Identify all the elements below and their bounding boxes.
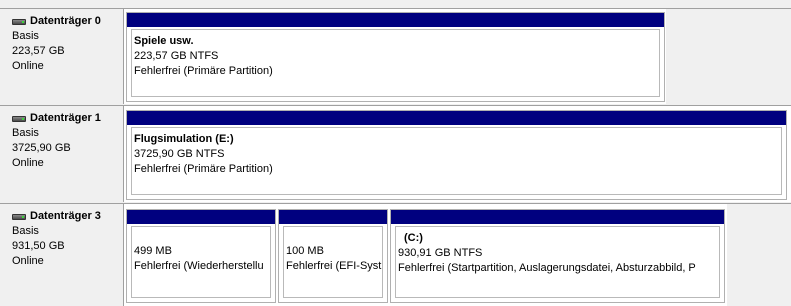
partition-size: 930,91 GB NTFS xyxy=(398,247,483,259)
partition-bar xyxy=(279,210,387,224)
disk-info-0[interactable]: Datenträger 0 Basis 223,57 GB Online xyxy=(0,9,124,104)
disk-info-3[interactable]: Datenträger 3 Basis 931,50 GB Online xyxy=(0,204,124,306)
disk-size: 3725,90 GB xyxy=(12,142,71,154)
disk-status: Online xyxy=(12,60,44,72)
partition-name: (C:) xyxy=(404,232,423,244)
disk-status: Online xyxy=(12,255,44,267)
partition-spiele[interactable]: Spiele usw. 223,57 GB NTFS Fehlerfrei (P… xyxy=(126,12,665,102)
disk-status: Online xyxy=(12,157,44,169)
partition-size: 3725,90 GB NTFS xyxy=(134,148,225,160)
partition-name: Spiele usw. xyxy=(134,35,194,47)
partition-bar xyxy=(127,13,664,27)
partition-size: 499 MB xyxy=(134,245,172,257)
partition-flugsimulation[interactable]: Flugsimulation (E:) 3725,90 GB NTFS Fehl… xyxy=(126,110,787,200)
partition-bar xyxy=(127,210,275,224)
disk-name: Datenträger 1 xyxy=(30,112,101,124)
partition-state: Fehlerfrei (Startpartition, Auslagerungs… xyxy=(398,262,696,274)
partition-bar xyxy=(391,210,724,224)
partition-recovery[interactable]: 499 MB Fehlerfrei (Wiederherstellu xyxy=(126,209,276,303)
disk-info-1[interactable]: Datenträger 1 Basis 3725,90 GB Online xyxy=(0,106,124,202)
partition-state: Fehlerfrei (Primäre Partition) xyxy=(134,163,273,175)
partition-name: Flugsimulation (E:) xyxy=(134,133,234,145)
partition-size: 223,57 GB NTFS xyxy=(134,50,219,62)
partition-efi[interactable]: 100 MB Fehlerfrei (EFI-Syst xyxy=(278,209,388,303)
partition-c[interactable]: (C:) 930,91 GB NTFS Fehlerfrei (Startpar… xyxy=(390,209,725,303)
partition-state: Fehlerfrei (Wiederherstellu xyxy=(134,260,264,272)
disk-size: 931,50 GB xyxy=(12,240,65,252)
hard-disk-icon xyxy=(12,115,26,122)
disk-type: Basis xyxy=(12,127,39,139)
partition-state: Fehlerfrei (Primäre Partition) xyxy=(134,65,273,77)
disk-size: 223,57 GB xyxy=(12,45,65,57)
disk-row-3[interactable]: Datenträger 3 Basis 931,50 GB Online 499… xyxy=(0,203,791,306)
partition-state: Fehlerfrei (EFI-Syst xyxy=(286,260,382,272)
disk-name: Datenträger 0 xyxy=(30,15,101,27)
disk-row-0[interactable]: Datenträger 0 Basis 223,57 GB Online Spi… xyxy=(0,8,791,104)
disk-type: Basis xyxy=(12,225,39,237)
hard-disk-icon xyxy=(12,213,26,220)
disk-name: Datenträger 3 xyxy=(30,210,101,222)
disk-row-1[interactable]: Datenträger 1 Basis 3725,90 GB Online Fl… xyxy=(0,105,791,202)
disk-type: Basis xyxy=(12,30,39,42)
partition-bar xyxy=(127,111,786,125)
partition-size: 100 MB xyxy=(286,245,324,257)
hard-disk-icon xyxy=(12,18,26,25)
